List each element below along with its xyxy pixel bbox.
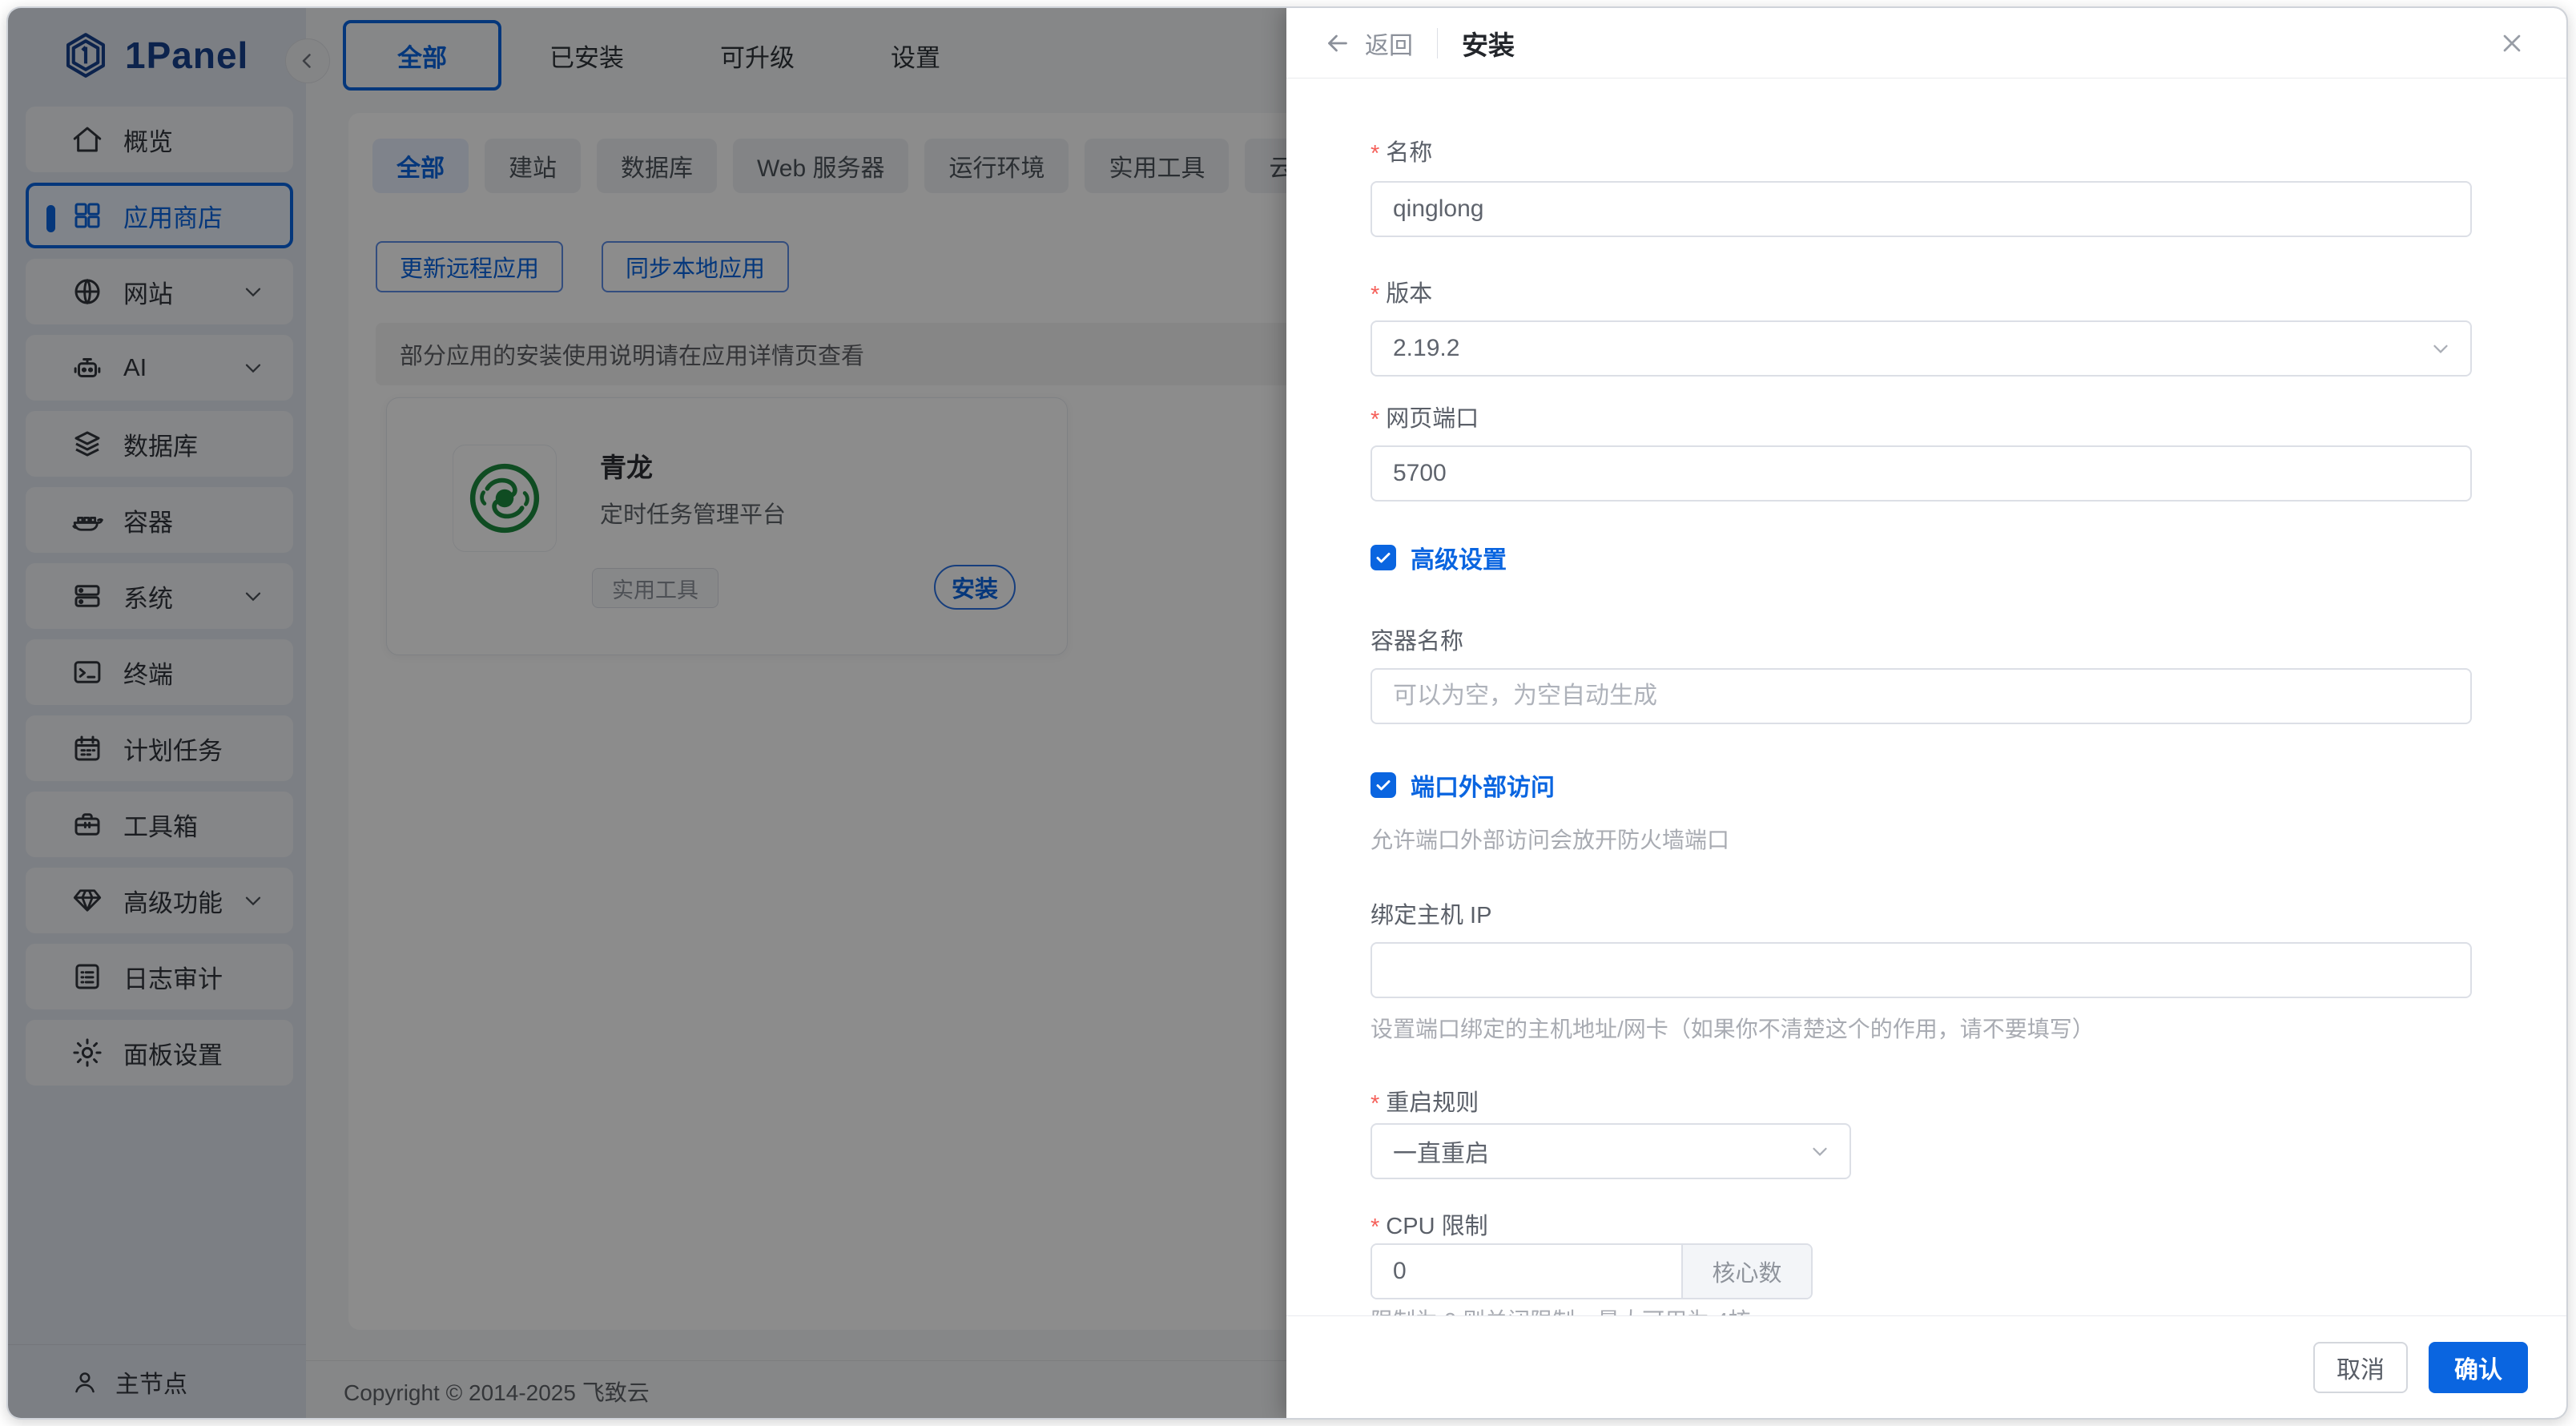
cancel-button[interactable]: 取消 [2313, 1342, 2408, 1393]
arrow-left-icon [1323, 29, 1352, 58]
cpu-limit-group: 核心数 [1371, 1243, 1813, 1299]
checkbox-checked-icon [1371, 772, 1396, 798]
required-mark: * [1371, 276, 1379, 308]
restart-rule-select[interactable]: 一直重启 [1371, 1123, 1851, 1179]
advanced-settings-label: 高级设置 [1411, 540, 1507, 575]
cpu-limit-label: * CPU 限制 [1371, 1208, 2472, 1240]
advanced-settings-checkbox[interactable]: 高级设置 [1371, 542, 2472, 574]
back-button[interactable]: 返回 [1323, 26, 1413, 61]
container-name-input[interactable] [1371, 668, 2472, 724]
bind-ip-helper: 设置端口绑定的主机地址/网卡（如果你不清楚这个的作用，请不要填写） [1371, 1016, 2472, 1043]
version-select[interactable]: 2.19.2 [1371, 320, 2472, 377]
chevron-down-icon [1808, 1139, 1832, 1163]
required-mark: * [1371, 1085, 1379, 1118]
bind-ip-label: 绑定主机 IP [1371, 897, 2472, 929]
header-divider [1437, 28, 1438, 58]
checkbox-checked-icon [1371, 545, 1396, 570]
port-external-checkbox[interactable]: 端口外部访问 [1371, 769, 2472, 801]
name-label: * 名称 [1371, 135, 2472, 167]
port-external-helper: 允许端口外部访问会放开防火墙端口 [1371, 827, 2472, 854]
cpu-limit-helper: 限制为 0 则关闭限制，最大可用为 4核 [1371, 1307, 2472, 1315]
install-drawer: 返回 安装 * 名称 * 版本 2.19.2 * [1286, 8, 2566, 1418]
version-label: * 版本 [1371, 276, 2472, 308]
version-value: 2.19.2 [1393, 335, 1459, 362]
drawer-title: 安装 [1462, 24, 1515, 62]
cpu-unit-suffix: 核心数 [1681, 1245, 1811, 1298]
restart-rule-label: * 重启规则 [1371, 1085, 2472, 1117]
app-window: 1Panel 概览 应用商店 网站 AI 数据库 容器 [6, 6, 2568, 1420]
required-mark: * [1371, 135, 1379, 167]
port-label: * 网页端口 [1371, 401, 2472, 433]
name-input[interactable] [1371, 181, 2472, 237]
close-icon [2498, 29, 2526, 58]
bind-ip-input[interactable] [1371, 942, 2472, 998]
container-name-label: 容器名称 [1371, 623, 2472, 655]
port-external-label: 端口外部访问 [1411, 767, 1555, 803]
install-form: * 名称 * 版本 2.19.2 * 网页端口 高级设置 容 [1286, 79, 2566, 1315]
cpu-limit-input[interactable] [1372, 1245, 1681, 1298]
confirm-button[interactable]: 确认 [2429, 1342, 2528, 1393]
back-label: 返回 [1365, 26, 1413, 61]
web-port-input[interactable] [1371, 445, 2472, 502]
drawer-header: 返回 安装 [1286, 8, 2566, 79]
required-mark: * [1371, 1208, 1379, 1241]
close-button[interactable] [2494, 26, 2530, 61]
drawer-footer: 取消 确认 [1286, 1315, 2566, 1418]
required-mark: * [1371, 401, 1379, 433]
chevron-down-icon [2429, 336, 2453, 361]
restart-rule-value: 一直重启 [1393, 1134, 1489, 1169]
